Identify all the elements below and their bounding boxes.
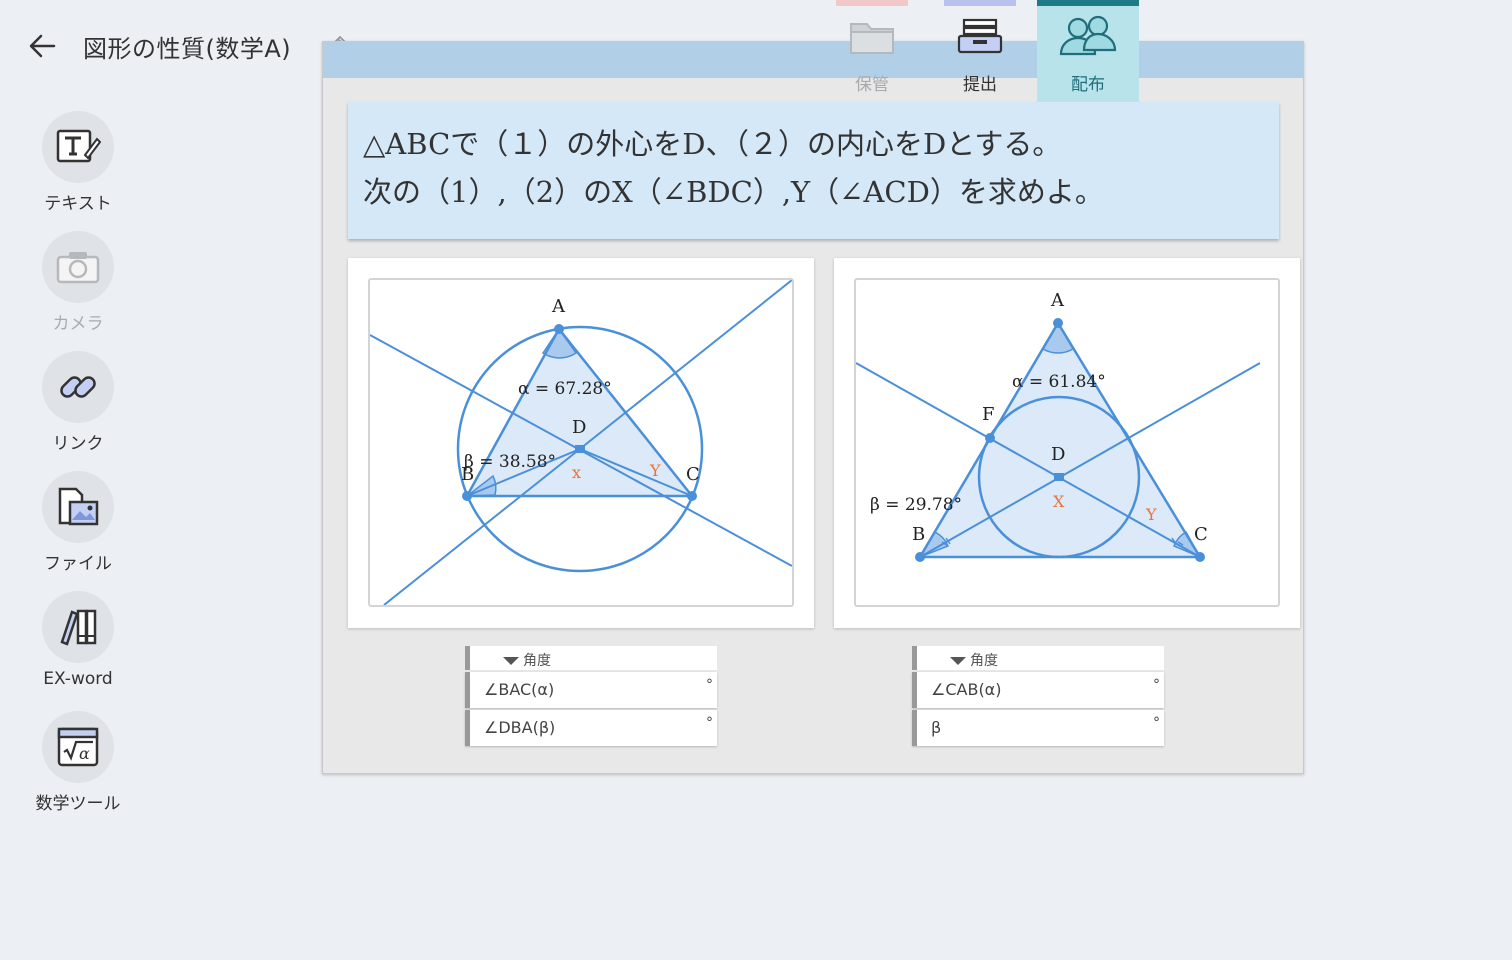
question-line-1: △ABCで（１）の外心をD、（２）の内心をDとする。: [363, 127, 1062, 161]
angle-table-header[interactable]: 角度: [465, 646, 717, 670]
label-b: B: [912, 524, 925, 545]
back-arrow-icon[interactable]: [26, 30, 58, 62]
angle-table-title: 角度: [523, 653, 551, 669]
text-edit-icon: [42, 111, 114, 183]
label-d: D: [572, 417, 586, 438]
tab-store-label: 保管: [855, 75, 889, 95]
alpha-value: α = 67.28°: [518, 379, 612, 399]
geometry-canvas-1[interactable]: A B C D α = 67.28° β = 38.58° x Y: [368, 278, 794, 607]
beta-value: β = 38.58°: [464, 452, 556, 472]
label-c: C: [1194, 524, 1208, 545]
folder-icon: [821, 6, 923, 66]
beta-value: β = 29.78°: [870, 495, 962, 515]
label-c: C: [686, 464, 700, 485]
angle-row-label: β: [931, 718, 942, 737]
tool-camera[interactable]: カメラ: [28, 231, 128, 334]
angle-row-label: ∠CAB(α): [931, 680, 1002, 699]
angle-y-label: Y: [649, 461, 661, 480]
angle-row-beta[interactable]: ∠DBA(β) °: [465, 710, 717, 746]
tool-link[interactable]: リンク: [28, 351, 128, 454]
question-box[interactable]: △ABCで（１）の外心をD、（２）の内心をDとする。 次の（1）,（2）のX（∠…: [348, 102, 1279, 239]
angle-table-title: 角度: [970, 653, 998, 669]
tab-store[interactable]: 保管: [821, 0, 923, 102]
tool-exword[interactable]: EX-word: [28, 591, 128, 689]
angle-row-label: ∠DBA(β): [484, 718, 556, 737]
page-title: 図形の性質(数学A): [83, 35, 292, 63]
tray-icon: [929, 6, 1031, 66]
figure-card-circumcenter[interactable]: A B C D α = 67.28° β = 38.58° x Y: [348, 258, 814, 628]
tool-file[interactable]: ファイル: [28, 471, 128, 574]
tab-submit-label: 提出: [963, 75, 997, 95]
question-line-2: 次の（1）,（2）のX（∠BDC）,Y（∠ACD）を求めよ。: [363, 175, 1104, 209]
angle-row-alpha[interactable]: ∠CAB(α) °: [912, 672, 1164, 708]
label-a: A: [1050, 290, 1065, 311]
alpha-value: α = 61.84°: [1012, 372, 1106, 392]
tool-text-label: テキスト: [44, 194, 112, 214]
tab-submit[interactable]: 提出: [929, 0, 1031, 102]
degree-unit: °: [1153, 715, 1160, 731]
angle-x-label: X: [1053, 492, 1065, 511]
label-a: A: [551, 296, 566, 317]
angle-table-2[interactable]: 角度 ∠CAB(α) ° β °: [912, 646, 1164, 746]
angle-table-header[interactable]: 角度: [912, 646, 1164, 670]
angle-row-beta[interactable]: β °: [912, 710, 1164, 746]
board-header: [323, 42, 1303, 78]
users-icon: [1037, 6, 1139, 66]
link-icon: [42, 351, 114, 423]
tab-distribute-label: 配布: [1071, 75, 1105, 95]
tab-distribute[interactable]: 配布: [1037, 0, 1139, 102]
collapse-triangle-icon[interactable]: [950, 657, 966, 665]
tool-math-label: 数学ツール: [35, 794, 121, 814]
tool-link-label: リンク: [52, 434, 104, 454]
label-d: D: [1051, 444, 1065, 465]
file-image-icon: [42, 471, 114, 543]
label-f: F: [982, 404, 995, 425]
angle-row-alpha[interactable]: ∠BAC(α) °: [465, 672, 717, 708]
sqrt-alpha-icon: α: [42, 711, 114, 783]
degree-unit: °: [706, 715, 713, 731]
collapse-triangle-icon[interactable]: [503, 657, 519, 665]
angle-row-label: ∠BAC(α): [484, 680, 555, 699]
angle-table-1[interactable]: 角度 ∠BAC(α) ° ∠DBA(β) °: [465, 646, 717, 746]
dictionary-icon: [42, 591, 114, 663]
degree-unit: °: [706, 677, 713, 693]
angle-x-label: x: [572, 463, 581, 482]
svg-text:α: α: [79, 744, 90, 763]
camera-icon: [42, 231, 114, 303]
degree-unit: °: [1153, 677, 1160, 693]
geometry-canvas-2[interactable]: A B C D F α = 61.84° β = 29.78° X Y: [854, 278, 1280, 607]
tool-math[interactable]: α 数学ツール: [28, 711, 128, 814]
tool-camera-label: カメラ: [52, 314, 104, 334]
tool-file-label: ファイル: [44, 554, 112, 574]
figure-card-incenter[interactable]: A B C D F α = 61.84° β = 29.78° X Y: [834, 258, 1300, 628]
tool-exword-label: EX-word: [43, 669, 113, 689]
worksheet-board: △ABCで（１）の外心をD、（２）の内心をDとする。 次の（1）,（2）のX（∠…: [322, 41, 1304, 774]
tool-text[interactable]: テキスト: [28, 111, 128, 214]
angle-y-label: Y: [1145, 505, 1157, 524]
